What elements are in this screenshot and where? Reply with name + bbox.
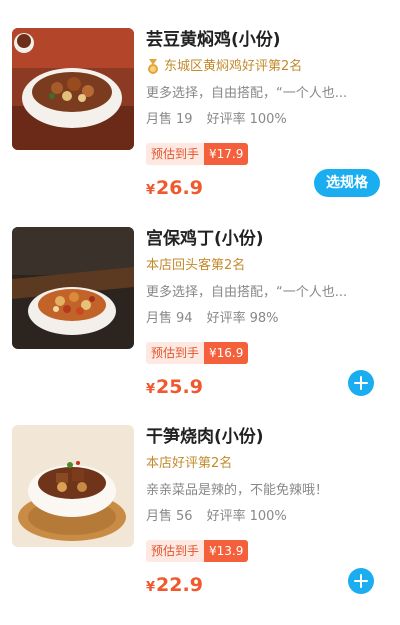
monthly-sales-value: 94 [176,311,193,326]
price-value: 26.9 [156,177,203,199]
estimated-price-tag: 预估到手 ¥13.9 [146,540,249,562]
dish-image[interactable] [12,425,134,547]
dish-rank-text: 本店好评第2名 [146,456,233,471]
estimated-price-label: 预估到手 [146,342,205,364]
dish-image-art [12,425,134,547]
add-to-cart-button[interactable] [348,370,374,396]
rating-value: 100% [249,509,287,524]
medal-icon [148,59,158,74]
dish-rank: 本店好评第2名 [146,455,232,473]
dish-stats: 月售 19 好评率 100% [146,111,291,129]
price-value: 22.9 [156,574,203,596]
estimated-price-tag: 预估到手 ¥17.9 [146,143,249,165]
currency-symbol: ¥ [146,382,156,397]
dish-stats: 月售 56 好评率 100% [146,508,291,526]
estimated-price-value: ¥16.9 [204,342,249,364]
dish-title: 芸豆黄焖鸡(小份) [146,30,281,50]
estimated-price-tag: 预估到手 ¥16.9 [146,342,249,364]
estimated-price-label: 预估到手 [146,143,205,165]
currency-symbol: ¥ [146,580,156,595]
estimated-price-value: ¥13.9 [204,540,249,562]
rating-label: 好评率 [206,509,246,524]
add-to-cart-button[interactable] [348,568,374,594]
currency-symbol: ¥ [146,183,156,198]
dish-image[interactable] [12,28,134,150]
select-spec-button[interactable]: 选规格 [314,169,380,197]
dish-item[interactable]: 宫保鸡丁(小份) 本店回头客第2名 更多选择，自由搭配，“一个人也... 月售 9… [0,227,400,427]
estimated-price-label: 预估到手 [146,540,205,562]
monthly-sales-label: 月售 [146,311,173,326]
dish-title: 干笋烧肉(小份) [146,427,264,447]
price-value: 25.9 [156,376,203,398]
dish-rank-text: 本店回头客第2名 [146,258,246,273]
dish-price: ¥26.9 [146,174,203,205]
rating-label: 好评率 [206,112,246,127]
dish-rank: 本店回头客第2名 [146,257,245,275]
dish-image-art [12,227,134,349]
dish-title: 宫保鸡丁(小份) [146,229,264,249]
monthly-sales-value: 19 [176,112,193,127]
dish-description: 亲亲菜品是辣的，不能免辣哦！ [146,483,329,498]
dish-stats: 月售 94 好评率 98% [146,310,282,328]
dish-description: 更多选择，自由搭配，“一个人也... [146,285,348,300]
monthly-sales-label: 月售 [146,509,173,524]
monthly-sales-value: 56 [176,509,193,524]
dish-image[interactable] [12,227,134,349]
rating-value: 100% [249,112,287,127]
dish-item[interactable]: 芸豆黄焖鸡(小份) 东城区黄焖鸡好评第2名 更多选择，自由搭配，“一个人也...… [0,28,400,228]
monthly-sales-label: 月售 [146,112,173,127]
dish-item[interactable]: 干笋烧肉(小份) 本店好评第2名 亲亲菜品是辣的，不能免辣哦！ 月售 56 好评率 1… [0,425,400,625]
dish-rank: 东城区黄焖鸡好评第2名 [146,58,302,76]
rating-label: 好评率 [206,311,246,326]
dish-price: ¥22.9 [146,571,203,602]
dish-rank-text: 东城区黄焖鸡好评第2名 [164,59,303,74]
dish-description: 更多选择，自由搭配，“一个人也... [146,86,348,101]
dish-price: ¥25.9 [146,373,203,404]
estimated-price-value: ¥17.9 [204,143,249,165]
rating-value: 98% [249,311,279,326]
dish-image-art [12,28,134,150]
